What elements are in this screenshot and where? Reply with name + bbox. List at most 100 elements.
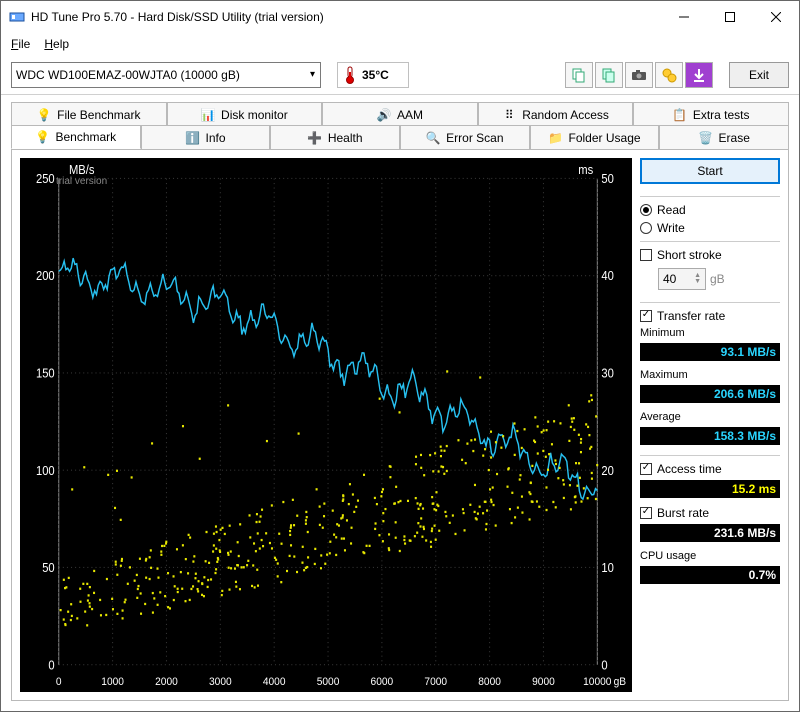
benchmark-chart: 0501001502002500102030405001000200030004…: [20, 158, 632, 692]
svg-text:ms: ms: [578, 162, 593, 177]
svg-text:10000: 10000: [583, 676, 611, 689]
svg-text:20: 20: [601, 463, 614, 478]
drive-select[interactable]: WDC WD100EMAZ-00WJTA0 (10000 gB) ▾: [11, 62, 321, 88]
maximum-label: Maximum: [640, 369, 780, 381]
spinner-arrows-icon: ▲▼: [694, 273, 701, 285]
average-value: 158.3 MB/s: [640, 427, 780, 445]
svg-text:7000: 7000: [424, 676, 447, 689]
exit-button[interactable]: Exit: [729, 62, 789, 88]
tab-folder-usage[interactable]: 📁Folder Usage: [530, 125, 660, 149]
svg-text:8000: 8000: [478, 676, 501, 689]
app-icon: [9, 9, 25, 25]
svg-text:5000: 5000: [317, 676, 340, 689]
side-panel: Start Read Write Short stroke 40 ▲▼ gB T…: [640, 158, 780, 692]
tab-extra-tests[interactable]: 📋Extra tests: [633, 102, 789, 126]
tab-area: 💡File Benchmark 📊Disk monitor 🔊AAM ⠿Rand…: [1, 95, 799, 711]
minimum-label: Minimum: [640, 327, 780, 339]
tab-error-scan[interactable]: 🔍Error Scan: [400, 125, 530, 149]
drive-selected-label: WDC WD100EMAZ-00WJTA0 (10000 gB): [16, 68, 240, 82]
chart-area: 0501001502002500102030405001000200030004…: [20, 158, 632, 692]
folder-usage-icon: 📁: [549, 131, 563, 145]
tab-health[interactable]: ➕Health: [270, 125, 400, 149]
minimum-value: 93.1 MB/s: [640, 343, 780, 361]
svg-text:100: 100: [36, 463, 55, 478]
read-radio[interactable]: Read: [640, 203, 780, 217]
tab-benchmark[interactable]: 💡Benchmark: [11, 125, 141, 149]
random-access-icon: ⠿: [502, 108, 516, 122]
svg-text:4000: 4000: [263, 676, 286, 689]
checkbox-icon: [640, 310, 652, 322]
svg-text:30: 30: [601, 366, 614, 381]
radio-icon: [640, 204, 652, 216]
access-time-value: 15.2 ms: [640, 480, 780, 498]
chart-watermark: trial version: [56, 176, 107, 187]
tab-info[interactable]: ℹ️Info: [141, 125, 271, 149]
start-button[interactable]: Start: [640, 158, 780, 184]
minimize-button[interactable]: [661, 2, 707, 32]
window-title: HD Tune Pro 5.70 - Hard Disk/SSD Utility…: [31, 10, 324, 24]
svg-text:2000: 2000: [155, 676, 178, 689]
cpu-usage-value: 0.7%: [640, 566, 780, 584]
tab-row-2: 💡Benchmark ℹ️Info ➕Health 🔍Error Scan 📁F…: [11, 125, 789, 149]
options-button[interactable]: [655, 62, 683, 88]
svg-text:gB: gB: [614, 676, 626, 689]
thermometer-icon: [344, 66, 356, 84]
svg-text:MB/s: MB/s: [69, 162, 95, 177]
disk-monitor-icon: 📊: [201, 108, 215, 122]
copy-text-button[interactable]: [565, 62, 593, 88]
health-icon: ➕: [308, 131, 322, 145]
error-scan-icon: 🔍: [426, 131, 440, 145]
app-window: HD Tune Pro 5.70 - Hard Disk/SSD Utility…: [0, 0, 800, 712]
save-button[interactable]: [685, 62, 713, 88]
tab-aam[interactable]: 🔊AAM: [322, 102, 478, 126]
temperature-indicator: 35°C: [337, 62, 409, 88]
svg-text:150: 150: [36, 366, 55, 381]
svg-text:9000: 9000: [532, 676, 555, 689]
write-radio[interactable]: Write: [640, 221, 780, 235]
svg-text:50: 50: [601, 171, 614, 186]
svg-text:3000: 3000: [209, 676, 232, 689]
svg-text:10: 10: [601, 560, 614, 575]
burst-rate-value: 231.6 MB/s: [640, 524, 780, 542]
svg-text:0: 0: [56, 676, 62, 689]
camera-button[interactable]: [625, 62, 653, 88]
tab-content: 0501001502002500102030405001000200030004…: [11, 149, 789, 701]
toolbar: WDC WD100EMAZ-00WJTA0 (10000 gB) ▾ 35°C …: [1, 55, 799, 95]
close-button[interactable]: [753, 2, 799, 32]
erase-icon: 🗑️: [699, 131, 713, 145]
svg-text:6000: 6000: [371, 676, 394, 689]
menu-file[interactable]: File: [11, 37, 30, 51]
temperature-value: 35°C: [362, 68, 389, 82]
average-label: Average: [640, 411, 780, 423]
svg-text:0: 0: [48, 658, 55, 673]
checkbox-icon: [640, 463, 652, 475]
maximum-value: 206.6 MB/s: [640, 385, 780, 403]
titlebar: HD Tune Pro 5.70 - Hard Disk/SSD Utility…: [1, 1, 799, 33]
aam-icon: 🔊: [377, 108, 391, 122]
access-time-check[interactable]: Access time: [640, 462, 780, 476]
tab-random-access[interactable]: ⠿Random Access: [478, 102, 634, 126]
transfer-rate-check[interactable]: Transfer rate: [640, 309, 780, 323]
info-icon: ℹ️: [186, 131, 200, 145]
maximize-button[interactable]: [707, 2, 753, 32]
extra-tests-icon: 📋: [673, 108, 687, 122]
svg-text:0: 0: [601, 658, 608, 673]
svg-text:40: 40: [601, 269, 614, 284]
svg-text:50: 50: [42, 560, 55, 575]
tab-disk-monitor[interactable]: 📊Disk monitor: [167, 102, 323, 126]
short-stroke-spinner[interactable]: 40 ▲▼: [658, 268, 706, 290]
short-stroke-check[interactable]: Short stroke: [640, 248, 780, 262]
burst-rate-check[interactable]: Burst rate: [640, 506, 780, 520]
file-benchmark-icon: 💡: [37, 108, 51, 122]
menu-help[interactable]: Help: [44, 37, 69, 51]
tab-file-benchmark[interactable]: 💡File Benchmark: [11, 102, 167, 126]
checkbox-icon: [640, 249, 652, 261]
radio-icon: [640, 222, 652, 234]
cpu-usage-label: CPU usage: [640, 550, 780, 562]
svg-text:200: 200: [36, 269, 55, 284]
menu-bar: File Help: [1, 33, 799, 55]
checkbox-icon: [640, 507, 652, 519]
copy-screenshot-button[interactable]: [595, 62, 623, 88]
tab-erase[interactable]: 🗑️Erase: [659, 125, 789, 149]
toolbar-buttons: [565, 62, 713, 88]
